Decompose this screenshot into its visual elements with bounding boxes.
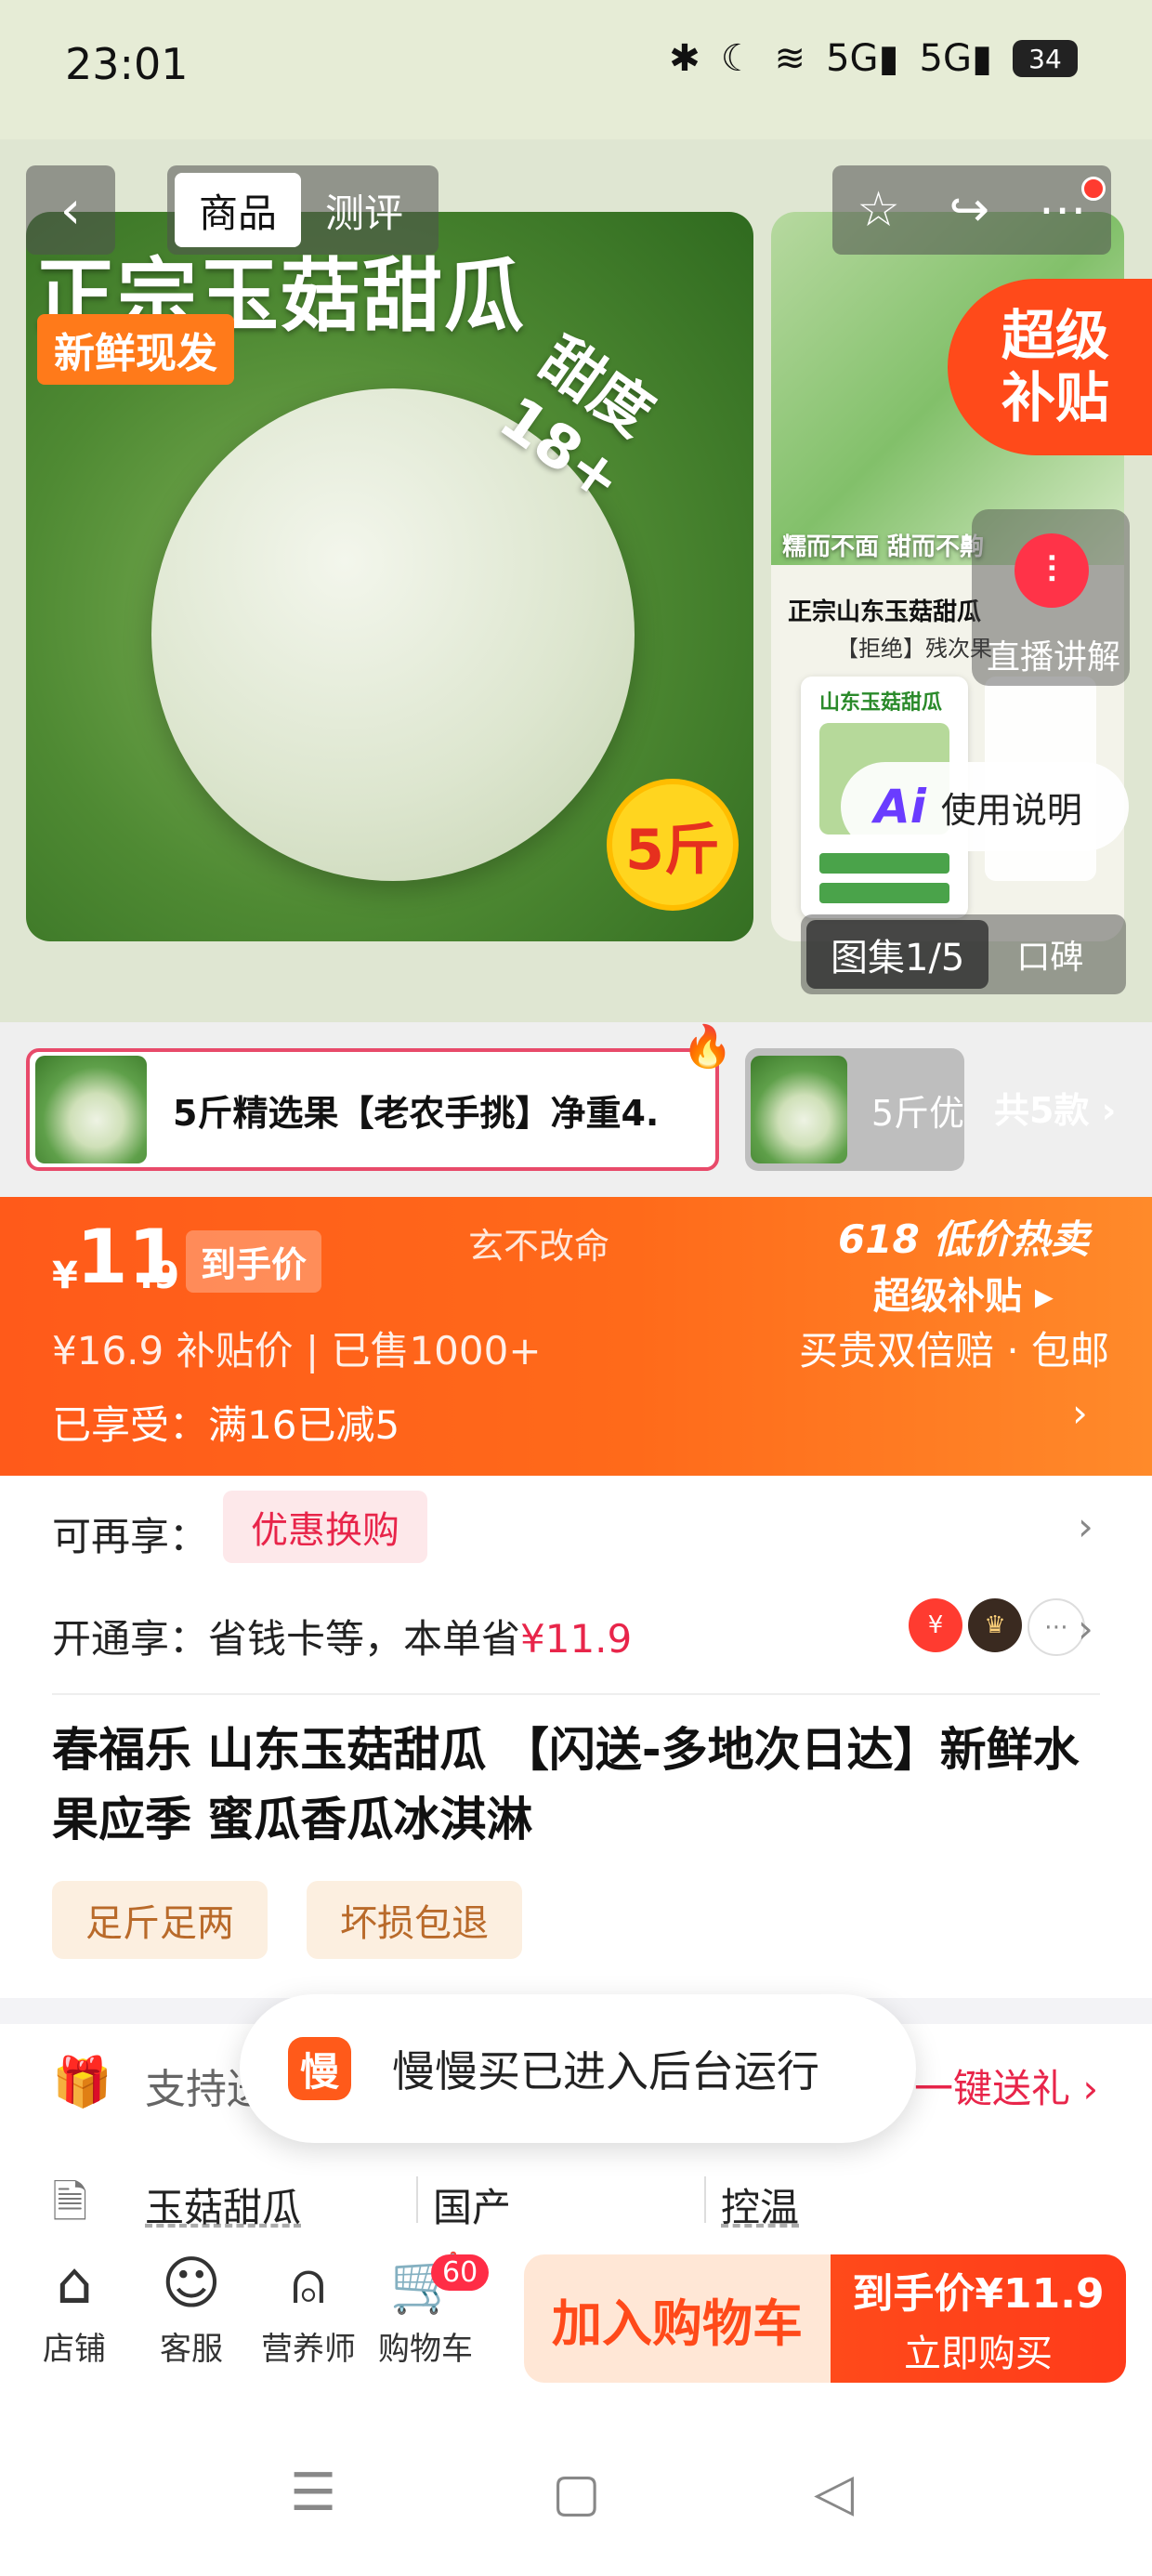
top-tabs: 商品 测评 bbox=[167, 165, 439, 255]
smile-icon: ☺ bbox=[161, 2249, 222, 2317]
side-caption: 糯而不面 甜而不齁 bbox=[782, 533, 985, 561]
star-icon[interactable]: ☆ bbox=[857, 182, 900, 238]
super-subsidy-link[interactable]: 超级补贴 ▸ bbox=[873, 1266, 1054, 1320]
moon-icon: ☾ bbox=[720, 37, 754, 80]
buy-price: 到手价¥11.9 bbox=[852, 2270, 1105, 2318]
signal-5g-icon: 5G▮ bbox=[919, 37, 992, 80]
ai-manual-button[interactable]: Ai 使用说明 bbox=[841, 762, 1129, 851]
trade-in-tag[interactable]: 优惠换购 bbox=[223, 1491, 427, 1563]
final-price-tag: 到手价 bbox=[186, 1230, 322, 1293]
ai-label: 使用说明 bbox=[940, 789, 1082, 831]
variant-total-link[interactable]: 共5款 › bbox=[994, 1082, 1116, 1133]
status-icons: ✱ ☾ ≋ 5G▮ 5G▮ 34 bbox=[669, 37, 1078, 80]
signal-5g-icon: 5G▮ bbox=[826, 37, 899, 80]
background-toast: 慢 慢慢买已进入后台运行 bbox=[240, 1994, 916, 2143]
feature-tag: 坏损包退 bbox=[307, 1881, 522, 1959]
divider bbox=[416, 2176, 418, 2223]
variant-label: 5斤精选果【老农手挑】净重4. bbox=[173, 1092, 660, 1134]
gift-icon: 🎁 bbox=[52, 2055, 112, 2110]
chevron-right-icon[interactable]: › bbox=[1078, 1606, 1093, 1651]
side-caption: 【拒绝】残次果 bbox=[836, 636, 992, 662]
product-title: 春福乐 山东玉菇甜瓜 【闪送-多地次日达】新鲜水果应季 蜜瓜香瓜冰淇淋 bbox=[52, 1723, 1080, 1847]
coupon-icon: ¥ bbox=[909, 1598, 962, 1652]
membership-icons[interactable]: ¥ ♛ ⋯ bbox=[909, 1598, 1085, 1656]
more-icon[interactable]: ⋯ bbox=[1039, 182, 1087, 238]
chevron-right-icon: › bbox=[1072, 1390, 1088, 1436]
battery-icon: 34 bbox=[1013, 40, 1078, 77]
buy-label: 立即购买 bbox=[904, 2333, 1053, 2375]
divider bbox=[52, 1693, 1100, 1695]
guarantee-text: 买贵双倍赔 · 包邮 bbox=[799, 1328, 1110, 1373]
feature-tag: 足斤足两 bbox=[52, 1881, 268, 1959]
discount-line[interactable]: 已享受：满16已减5 bbox=[52, 1394, 399, 1451]
side-card-title: 山东玉菇甜瓜 bbox=[819, 691, 943, 715]
divider bbox=[704, 2176, 706, 2223]
cart-count-badge: 60 bbox=[431, 2254, 490, 2291]
side-card-row bbox=[819, 883, 949, 903]
savings-amount: ¥11.9 bbox=[520, 1616, 633, 1662]
live-label: 直播讲解 bbox=[987, 638, 1121, 677]
tab-review[interactable]: 测评 bbox=[301, 173, 427, 247]
status-time: 23:01 bbox=[65, 39, 189, 89]
variant-option[interactable]: 5斤优 bbox=[745, 1048, 964, 1171]
app-logo-icon: 慢 bbox=[288, 2037, 351, 2100]
gallery-switch: 图集1/5 口碑 bbox=[801, 914, 1126, 994]
variant-thumbnail bbox=[35, 1056, 147, 1163]
notification-dot bbox=[1081, 177, 1106, 201]
watermark-text: 玄不改命 bbox=[468, 1226, 610, 1267]
promo-title: 618 低价热卖 bbox=[838, 1216, 1090, 1262]
variant-label: 5斤优 bbox=[871, 1092, 964, 1134]
top-right-actions: ☆ ↪ ⋯ bbox=[832, 165, 1111, 255]
add-to-cart-button[interactable]: 加入购物车 bbox=[524, 2254, 831, 2383]
buy-now-button[interactable]: 到手价¥11.9 立即购买 bbox=[831, 2254, 1126, 2383]
variant-thumbnail bbox=[751, 1056, 847, 1163]
side-caption: 正宗山东玉菇甜瓜 bbox=[788, 598, 982, 626]
store-button[interactable]: ⌂ 店铺 bbox=[19, 2249, 130, 2369]
benefit-label: 可再享： bbox=[52, 1514, 209, 1559]
wifi-icon: ≋ bbox=[774, 37, 806, 80]
spec-variety[interactable]: 玉菇甜瓜 bbox=[145, 2176, 301, 2233]
back-triangle-icon[interactable]: ◁ bbox=[814, 2463, 854, 2523]
send-gift-link[interactable]: 一键送礼 › bbox=[914, 2057, 1098, 2114]
main-product-image[interactable]: 正宗玉菇甜瓜 新鲜现发 甜度18+ 5斤 bbox=[26, 212, 753, 941]
membership-benefit[interactable]: 开通享：省钱卡等，本单省¥11.9 bbox=[52, 1608, 632, 1664]
live-explain-button[interactable]: ⫶ 直播讲解 bbox=[972, 509, 1130, 686]
side-card-row bbox=[819, 853, 949, 874]
variant-option-selected[interactable]: 5斤精选果【老农手挑】净重4. bbox=[26, 1048, 719, 1171]
home-icon[interactable]: ▢ bbox=[552, 2463, 601, 2523]
store-icon: ⌂ bbox=[56, 2249, 93, 2317]
share-icon[interactable]: ↪ bbox=[949, 182, 990, 238]
ai-icon: Ai bbox=[874, 780, 926, 834]
image-tag: 新鲜现发 bbox=[37, 314, 234, 385]
live-icon: ⫶ bbox=[1015, 533, 1089, 608]
crown-icon: ♛ bbox=[968, 1598, 1022, 1652]
menu-icon[interactable]: ☰ bbox=[290, 2463, 336, 2523]
bluetooth-icon: ✱ bbox=[669, 37, 700, 80]
toast-message: 慢慢买已进入后台运行 bbox=[392, 2046, 819, 2096]
spec-storage[interactable]: 控温 bbox=[721, 2176, 799, 2233]
chevron-left-icon: ‹ bbox=[59, 179, 82, 241]
original-price-sold: ¥16.9 补贴价 | 已售1000+ bbox=[52, 1328, 542, 1373]
super-subsidy-badge: 超级 补贴 bbox=[948, 279, 1152, 455]
price-symbol: ¥ bbox=[52, 1255, 78, 1297]
spec-origin: 国产 bbox=[433, 2185, 512, 2230]
image-weight-badge: 5斤 bbox=[607, 779, 739, 911]
review-tab[interactable]: 口碑 bbox=[1016, 930, 1083, 979]
chevron-right-icon[interactable]: › bbox=[1078, 1504, 1093, 1549]
tab-product[interactable]: 商品 bbox=[175, 173, 302, 247]
album-counter[interactable]: 图集1/5 bbox=[806, 920, 989, 989]
back-button[interactable]: ‹ bbox=[26, 165, 115, 255]
customer-service-button[interactable]: ☺ 客服 bbox=[136, 2249, 247, 2369]
flame-icon: 🔥 bbox=[682, 1023, 733, 1071]
person-icon: ⍝ bbox=[291, 2249, 326, 2317]
price-decimal: .9 bbox=[139, 1255, 180, 1297]
nutritionist-button[interactable]: ⍝ 营养师 bbox=[253, 2249, 364, 2369]
more-icon: ⋯ bbox=[1028, 1598, 1085, 1656]
